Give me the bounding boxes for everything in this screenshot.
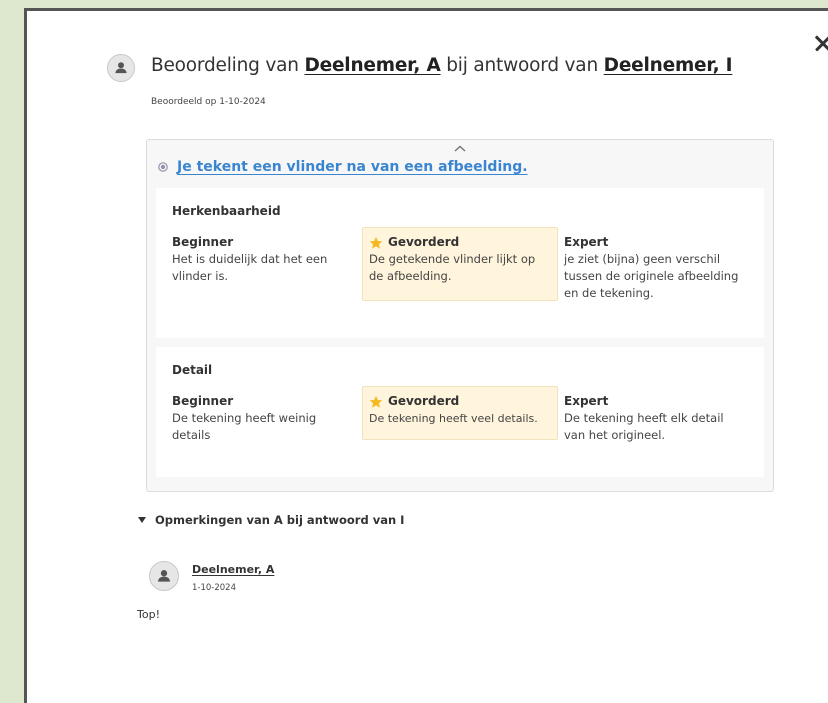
- title-middle: bij antwoord van: [446, 55, 598, 76]
- level-description: Het is duidelijk dat het een vlinder is.: [172, 252, 328, 283]
- criterion-herkenbaarheid: Herkenbaarheid Beginner Het is duidelijk…: [156, 188, 764, 338]
- star-icon: [369, 236, 383, 249]
- level-title-row: Gevorderd: [369, 234, 551, 251]
- level-gevorderd-selected: Gevorderd De tekening heeft veel details…: [362, 386, 558, 440]
- level-description: De tekening heeft weinig details: [172, 411, 317, 442]
- comment-date: 1-10-2024: [192, 583, 236, 593]
- level-expert: Expert je ziet (bijna) geen verschil tus…: [558, 228, 754, 308]
- level-title: Beginner: [172, 394, 234, 408]
- comment-author-link[interactable]: Deelnemer, A: [192, 563, 274, 576]
- level-title: Expert: [564, 394, 609, 408]
- level-beginner: Beginner Het is duidelijk dat het een vl…: [166, 228, 362, 291]
- user-avatar-icon: [107, 54, 135, 82]
- close-icon[interactable]: [811, 31, 828, 55]
- title-prefix: Beoordeling van: [151, 55, 299, 76]
- criterion-detail: Detail Beginner De tekening heeft weinig…: [156, 347, 764, 477]
- level-description: De getekende vlinder lijkt op de afbeeld…: [369, 252, 536, 283]
- level-title: Gevorderd: [388, 235, 460, 249]
- goal-dot-icon: [158, 162, 168, 172]
- level-title: Gevorderd: [388, 394, 460, 408]
- star-icon: [369, 395, 383, 408]
- learning-goal-link[interactable]: Je tekent een vlinder na van een afbeeld…: [177, 159, 528, 175]
- criterion-name: Detail: [172, 363, 213, 377]
- chevron-up-icon[interactable]: [453, 144, 467, 153]
- level-description: je ziet (bijna) geen verschil tussen de …: [564, 252, 739, 300]
- comments-toggle-label: Opmerkingen van A bij antwoord van I: [155, 513, 405, 527]
- comment-text: Top!: [137, 608, 160, 621]
- answer-participant-link[interactable]: Deelnemer, I: [604, 55, 733, 76]
- level-description: De tekening heeft veel details.: [369, 412, 538, 425]
- level-gevorderd-selected: Gevorderd De getekende vlinder lijkt op …: [362, 227, 558, 301]
- rubric-panel: Je tekent een vlinder na van een afbeeld…: [146, 139, 774, 492]
- criterion-name: Herkenbaarheid: [172, 204, 281, 218]
- page-title: Beoordeling van Deelnemer, A bij antwoor…: [151, 55, 733, 76]
- level-beginner: Beginner De tekening heeft weinig detail…: [166, 387, 362, 450]
- level-expert: Expert De tekening heeft elk detail van …: [558, 387, 754, 450]
- comments-toggle[interactable]: Opmerkingen van A bij antwoord van I: [137, 513, 404, 527]
- user-avatar-icon: [149, 561, 179, 591]
- level-title: Beginner: [172, 235, 234, 249]
- level-title-row: Gevorderd: [369, 393, 551, 410]
- level-title: Expert: [564, 235, 609, 249]
- level-description: De tekening heeft elk detail van het ori…: [564, 411, 724, 442]
- assessed-participant-link[interactable]: Deelnemer, A: [304, 55, 440, 76]
- learning-goal: Je tekent een vlinder na van een afbeeld…: [158, 159, 528, 175]
- caret-down-icon: [138, 517, 146, 523]
- assessed-date: Beoordeeld op 1-10-2024: [151, 97, 266, 107]
- assessment-dialog: Beoordeling van Deelnemer, A bij antwoor…: [24, 8, 828, 703]
